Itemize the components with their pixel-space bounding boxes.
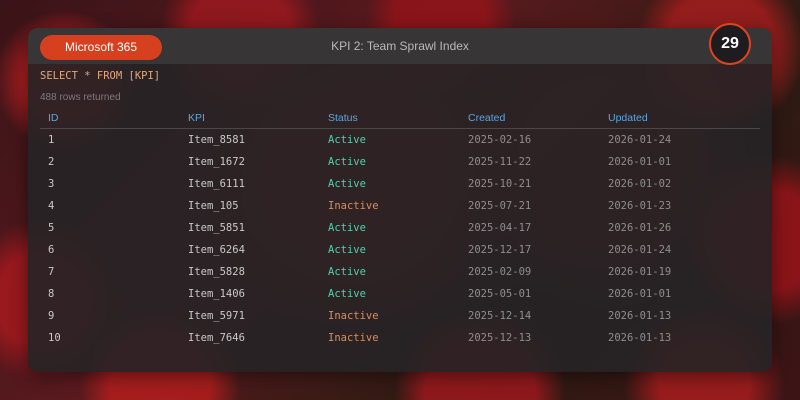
cell-status: Active <box>328 266 366 278</box>
cell-updated: 2026-01-13 <box>608 310 672 322</box>
cell-created: 2025-02-09 <box>468 266 532 278</box>
cell-id: 7 <box>48 266 55 278</box>
cell-id: 2 <box>48 156 55 168</box>
cell-id: 10 <box>48 332 61 344</box>
cell-status: Inactive <box>328 200 379 212</box>
column-header-id[interactable]: ID <box>40 107 180 129</box>
cell-id: 3 <box>48 178 55 190</box>
cell-updated: 2026-01-13 <box>608 332 672 344</box>
results-table: ID KPI Status Created Updated 1 Item_8581… <box>40 107 760 349</box>
cell-kpi: Item_6264 <box>188 244 245 256</box>
column-header-updated[interactable]: Updated <box>600 107 760 129</box>
cell-created: 2025-12-14 <box>468 310 532 322</box>
cell-status: Active <box>328 134 366 146</box>
table-row[interactable]: 2 Item_1672 Active 2025-11-22 2026-01-01 <box>40 151 760 173</box>
cell-created: 2025-12-17 <box>468 244 532 256</box>
cell-status: Active <box>328 178 366 190</box>
table-row[interactable]: 5 Item_5851 Active 2025-04-17 2026-01-26 <box>40 217 760 239</box>
query-results-window: Microsoft 365 KPI 2: Team Sprawl Index S… <box>28 28 772 372</box>
cell-id: 6 <box>48 244 55 256</box>
table-header-row: ID KPI Status Created Updated <box>40 107 760 129</box>
cell-kpi: Item_5851 <box>188 222 245 234</box>
cell-updated: 2026-01-23 <box>608 200 672 212</box>
cell-updated: 2026-01-01 <box>608 156 672 168</box>
window-titlebar: Microsoft 365 KPI 2: Team Sprawl Index <box>28 28 772 64</box>
table-row[interactable]: 7 Item_5828 Active 2025-02-09 2026-01-19 <box>40 261 760 283</box>
cell-status: Active <box>328 244 366 256</box>
cell-kpi: Item_8581 <box>188 134 245 146</box>
cell-kpi: Item_1672 <box>188 156 245 168</box>
cell-status: Active <box>328 222 366 234</box>
table-body: 1 Item_8581 Active 2025-02-16 2026-01-24 2 Ite… <box>40 129 760 350</box>
cell-status: Active <box>328 156 366 168</box>
cell-created: 2025-12-13 <box>468 332 532 344</box>
sql-query-text: SELECT * FROM [KPI] <box>40 70 161 82</box>
cell-id: 9 <box>48 310 55 322</box>
cell-id: 4 <box>48 200 55 212</box>
cell-status: Inactive <box>328 332 379 344</box>
window-title: KPI 2: Team Sprawl Index <box>331 39 469 53</box>
cell-updated: 2026-01-26 <box>608 222 672 234</box>
cell-kpi: Item_5828 <box>188 266 245 278</box>
cell-updated: 2026-01-19 <box>608 266 672 278</box>
table-row[interactable]: 10 Item_7646 Inactive 2025-12-13 2026-01-13 <box>40 327 760 349</box>
table-row[interactable]: 4 Item_105 Inactive 2025-07-21 2026-01-23 <box>40 195 760 217</box>
cell-created: 2025-04-17 <box>468 222 532 234</box>
cell-created: 2025-05-01 <box>468 288 532 300</box>
cell-updated: 2026-01-02 <box>608 178 672 190</box>
cell-updated: 2026-01-24 <box>608 134 672 146</box>
column-header-kpi[interactable]: KPI <box>180 107 320 129</box>
cell-created: 2025-07-21 <box>468 200 532 212</box>
cell-kpi: Item_7646 <box>188 332 245 344</box>
cell-created: 2025-02-16 <box>468 134 532 146</box>
cell-kpi: Item_6111 <box>188 178 245 190</box>
cell-status: Active <box>328 288 366 300</box>
cell-created: 2025-10-21 <box>468 178 532 190</box>
table-row[interactable]: 3 Item_6111 Active 2025-10-21 2026-01-02 <box>40 173 760 195</box>
cell-kpi: Item_1406 <box>188 288 245 300</box>
item-counter-badge: 29 <box>709 23 751 65</box>
column-header-status[interactable]: Status <box>320 107 460 129</box>
cell-created: 2025-11-22 <box>468 156 532 168</box>
table-row[interactable]: 6 Item_6264 Active 2025-12-17 2026-01-24 <box>40 239 760 261</box>
table-row[interactable]: 8 Item_1406 Active 2025-05-01 2026-01-01 <box>40 283 760 305</box>
column-header-created[interactable]: Created <box>460 107 600 129</box>
cell-id: 8 <box>48 288 55 300</box>
cell-kpi: Item_105 <box>188 200 239 212</box>
cell-status: Inactive <box>328 310 379 322</box>
table-row[interactable]: 9 Item_5971 Inactive 2025-12-14 2026-01-13 <box>40 305 760 327</box>
cell-id: 1 <box>48 134 55 146</box>
cell-id: 5 <box>48 222 55 234</box>
row-count-text: 488 rows returned <box>40 92 121 103</box>
cell-updated: 2026-01-24 <box>608 244 672 256</box>
table-row[interactable]: 1 Item_8581 Active 2025-02-16 2026-01-24 <box>40 129 760 152</box>
cell-kpi: Item_5971 <box>188 310 245 322</box>
cell-updated: 2026-01-01 <box>608 288 672 300</box>
